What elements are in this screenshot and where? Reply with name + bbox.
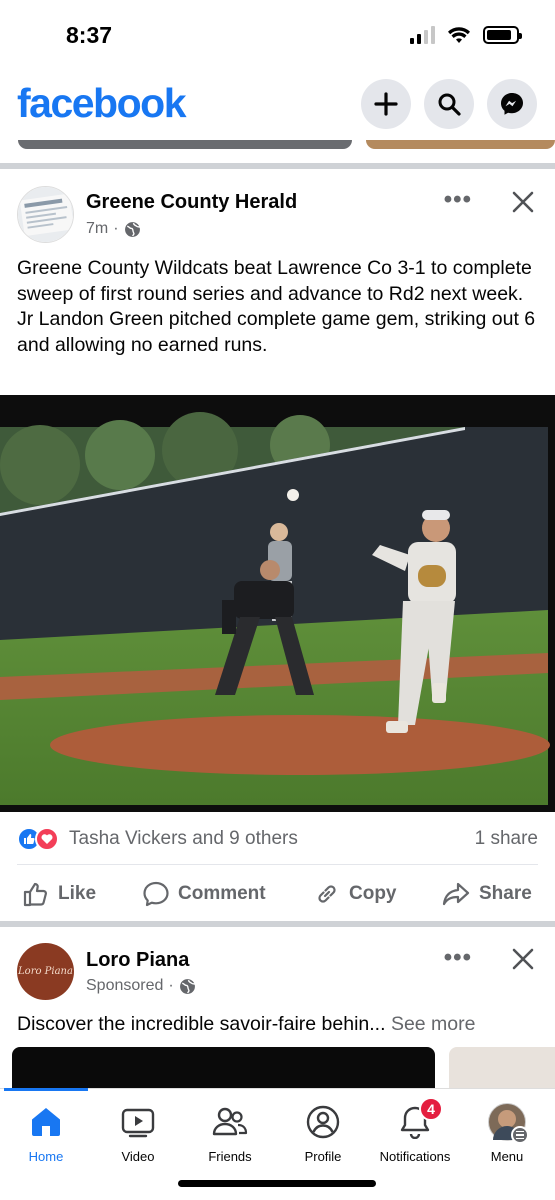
nav-label: Video — [121, 1149, 155, 1164]
advertiser-avatar[interactable]: Loro Piana — [17, 943, 74, 1000]
menu-avatar — [488, 1103, 529, 1144]
signal-icon — [410, 26, 435, 44]
page-name[interactable]: Greene County Herald — [86, 191, 297, 214]
like-label: Like — [58, 883, 97, 904]
sponsored-label: Sponsored — [86, 977, 164, 994]
nav-notifications[interactable]: 4 Notifications — [369, 1097, 461, 1164]
battery-icon — [483, 26, 522, 44]
page-avatar[interactable] — [17, 186, 74, 243]
advertiser-name[interactable]: Loro Piana — [86, 949, 189, 972]
comment-icon — [143, 881, 169, 907]
share-count[interactable]: 1 share — [475, 828, 538, 850]
copy-label: Copy — [349, 883, 397, 904]
search-button[interactable] — [424, 79, 474, 129]
ad-meta: Sponsored · — [86, 977, 196, 995]
ad-text: Discover the incredible savoir-faire beh… — [17, 1013, 475, 1036]
post-more-button[interactable]: ••• — [444, 186, 472, 214]
like-icon — [23, 882, 47, 907]
reactions-summary[interactable]: Tasha Vickers and 9 others 1 share — [17, 825, 538, 853]
video-icon — [121, 1108, 155, 1138]
nav-label: Friends — [208, 1149, 252, 1164]
baseball-photo — [0, 395, 555, 812]
reaction-icons — [17, 827, 59, 851]
post-actions: Like Comment Copy Share — [0, 872, 555, 916]
share-button[interactable]: Share — [441, 880, 532, 908]
nav-profile[interactable]: Profile — [277, 1103, 369, 1164]
nav-label: Menu — [490, 1149, 524, 1164]
story-card[interactable] — [366, 140, 555, 149]
nav-label: Notifications — [379, 1149, 451, 1164]
see-more-link[interactable]: See more — [391, 1013, 476, 1035]
nav-home[interactable]: Home — [0, 1103, 92, 1164]
app-header: facebook — [0, 70, 555, 140]
comment-label: Comment — [178, 883, 266, 904]
post-time: 7m — [86, 220, 109, 237]
create-button[interactable] — [361, 79, 411, 129]
nav-menu[interactable]: Menu — [461, 1103, 553, 1164]
search-icon — [438, 93, 461, 116]
separator — [17, 864, 538, 865]
menu-icon — [511, 1126, 529, 1144]
post-text: Greene County Wildcats beat Lawrence Co … — [17, 257, 536, 356]
comment-button[interactable]: Comment — [142, 880, 266, 908]
home-icon — [32, 1108, 60, 1136]
plus-icon — [374, 92, 398, 116]
advertiser-logo: Loro Piana — [18, 966, 73, 977]
status-icons — [410, 26, 522, 44]
globe-icon — [179, 978, 196, 994]
nav-label: Profile — [304, 1149, 342, 1164]
friends-icon — [212, 1107, 248, 1136]
nav-video[interactable]: Video — [92, 1103, 184, 1164]
status-bar: 8:37 — [0, 0, 555, 70]
love-reaction-icon — [35, 827, 59, 851]
messenger-button[interactable] — [487, 79, 537, 129]
facebook-logo[interactable]: facebook — [17, 80, 187, 127]
reactions-text[interactable]: Tasha Vickers and 9 others — [69, 828, 298, 850]
share-label: Share — [479, 883, 532, 904]
nav-label: Home — [28, 1149, 64, 1164]
close-icon[interactable] — [511, 190, 535, 214]
wifi-icon — [448, 27, 470, 43]
ad-more-button[interactable]: ••• — [444, 944, 472, 972]
feed-divider — [0, 921, 555, 927]
close-icon[interactable] — [511, 947, 535, 971]
story-card[interactable] — [18, 140, 352, 149]
globe-icon — [124, 221, 140, 237]
home-indicator — [178, 1180, 376, 1187]
active-tab-indicator — [4, 1088, 88, 1091]
ad-body: Discover the incredible savoir-faire beh… — [17, 1013, 386, 1035]
share-icon — [442, 882, 470, 906]
copy-button[interactable]: Copy — [313, 880, 397, 908]
messenger-icon — [501, 93, 523, 115]
post-meta: 7m · — [86, 220, 141, 238]
nav-friends[interactable]: Friends — [184, 1103, 276, 1164]
link-icon — [318, 885, 336, 903]
clock: 8:37 — [66, 22, 113, 48]
profile-icon — [306, 1105, 340, 1139]
notification-badge: 4 — [419, 1097, 443, 1121]
post-photo[interactable] — [0, 395, 555, 812]
feed-divider — [0, 163, 555, 169]
like-button[interactable]: Like — [22, 880, 96, 908]
